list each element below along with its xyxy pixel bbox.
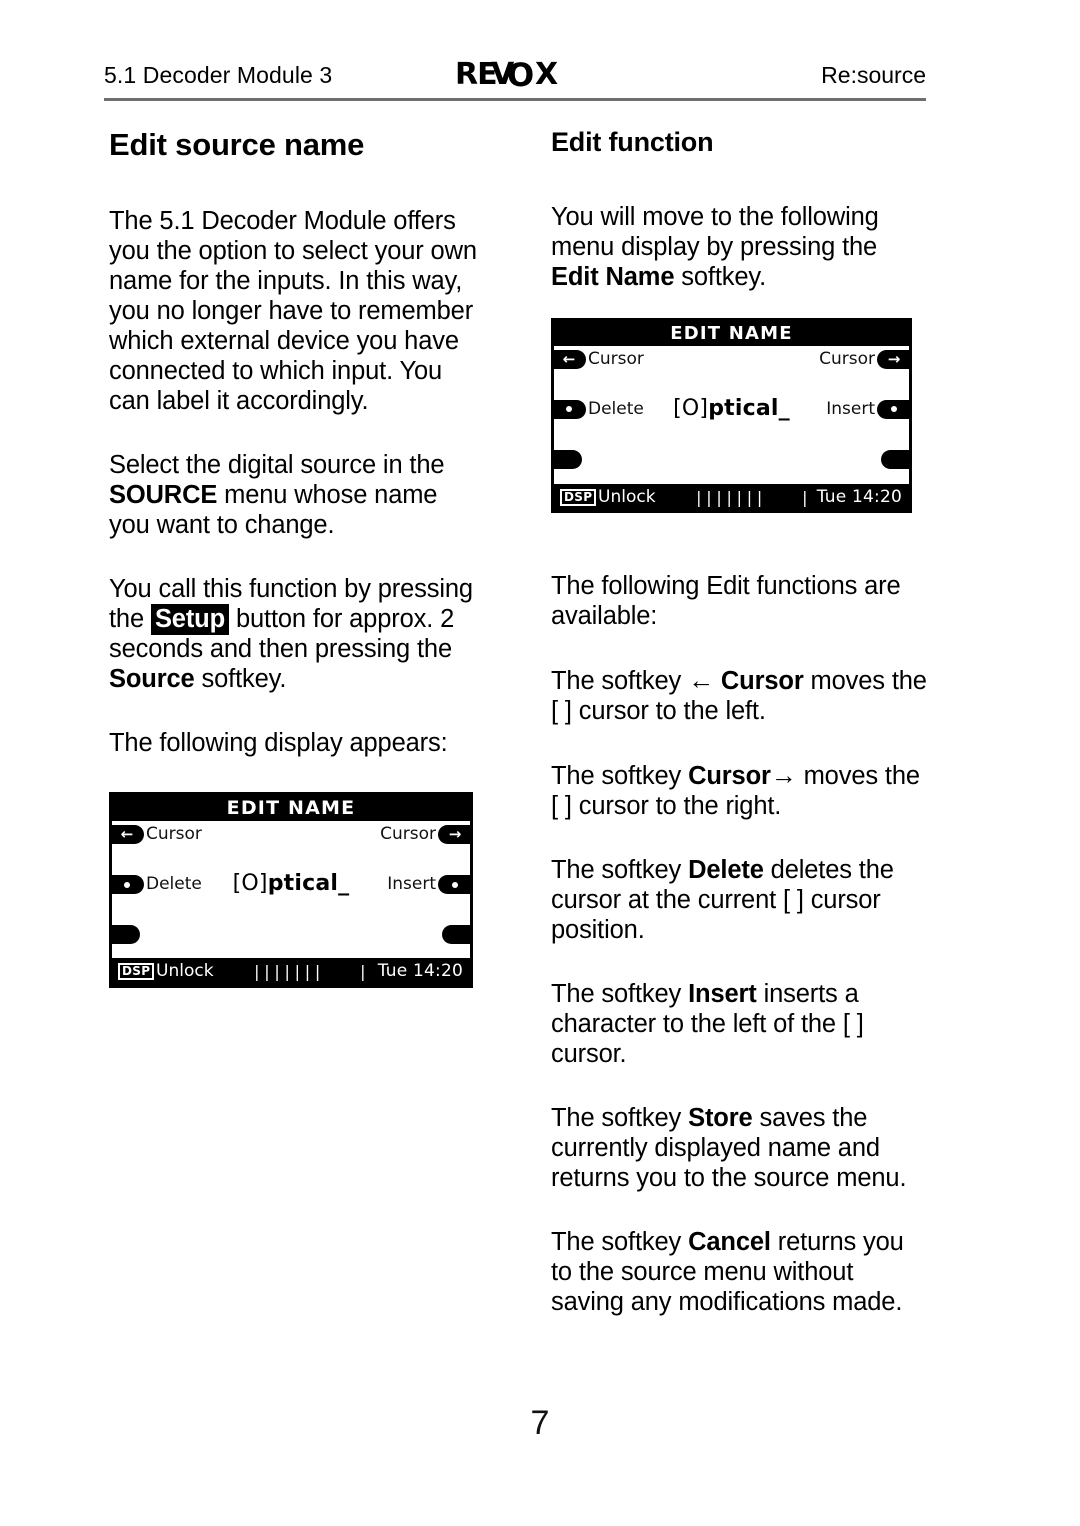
right-paragraph-7: The softkey Store saves the currently di… (551, 1103, 931, 1193)
lcd-status-bar: DSP Unlock ||||||| | Tue 14:20 (554, 483, 909, 510)
softkey-blank-right-button[interactable] (881, 449, 909, 469)
right-p4-part-a: The softkey (551, 761, 689, 790)
softkey-cursor-right-button[interactable]: → (877, 349, 909, 369)
right-p3-part-a: The softkey (551, 666, 689, 695)
softkey-cursor-right-label: Cursor (380, 824, 436, 845)
lcd-body: ← Cursor → Cursor Delete Insert Cancel (112, 821, 470, 986)
lcd-title-bar: EDIT NAME (554, 320, 909, 346)
header-rule (104, 98, 926, 101)
right-paragraph-6: The softkey Insert inserts a character t… (551, 979, 931, 1069)
source-softkey-term: Source (109, 665, 195, 694)
dsp-badge-icon: DSP (560, 488, 597, 506)
lcd-source-name-value: [O]ptical_ (112, 871, 470, 896)
arrow-left-icon: ← (120, 825, 134, 844)
right-paragraph-5: The softkey Delete deletes the cursor at… (551, 855, 931, 945)
left-paragraph-1: The 5.1 Decoder Module offers you the op… (109, 207, 477, 416)
store-softkey-term: Store (688, 1103, 753, 1132)
right-section-title: Edit function (551, 127, 714, 157)
cancel-softkey-term: Cancel (688, 1227, 771, 1256)
arrow-left-icon: ← (688, 664, 714, 695)
lcd-level-bars-icon: ||||||| (252, 962, 323, 982)
softkey-cursor-left-label: Cursor (146, 824, 202, 845)
lcd-lock-status: Unlock (156, 961, 214, 982)
softkey-cursor-left-button[interactable]: ← (554, 349, 586, 369)
lcd-lock-status: Unlock (598, 486, 656, 507)
lcd-level-bars-icon: ||||||| (694, 487, 765, 507)
lcd-display-edit-name-1: EDIT NAME ← Cursor → Cursor Delete Inser… (109, 792, 473, 989)
right-p1-part-a: You will move to the following menu disp… (551, 202, 879, 261)
left-paragraph-2: Select the digital source in the SOURCE … (109, 450, 479, 540)
right-p7-part-a: The softkey (551, 1103, 689, 1132)
left-p3-part-d: softkey. (194, 665, 287, 694)
revox-logo: RE V O X (455, 58, 595, 92)
right-p6-part-a: The softkey (551, 979, 689, 1008)
svg-text:O: O (507, 58, 533, 92)
lcd-status-bar: DSP Unlock ||||||| | Tue 14:20 (112, 958, 470, 986)
arrow-right-icon: → (448, 825, 462, 844)
header-right-text: Re:source (821, 62, 926, 88)
softkey-cursor-right-button[interactable]: → (438, 825, 470, 845)
lcd-name-remainder: ptical_ (708, 395, 790, 421)
insert-softkey-term: Insert (688, 979, 757, 1008)
right-paragraph-4: The softkey Cursor→ moves the [ ] cursor… (551, 760, 931, 821)
right-paragraph-8: The softkey Cancel returns you to the so… (551, 1227, 931, 1317)
source-menu-term: SOURCE (109, 481, 218, 510)
right-p8-part-a: The softkey (551, 1227, 689, 1256)
right-paragraph-3: The softkey ← Cursor moves the [ ] curso… (551, 665, 931, 726)
svg-text:X: X (535, 58, 558, 92)
lcd-cursor-bracket: [O] (673, 395, 709, 421)
lcd-body: ← Cursor → Cursor Delete Insert Cancel (554, 346, 909, 510)
left-paragraph-4: The following display appears: (109, 729, 448, 758)
right-p1-part-c: softkey. (674, 262, 767, 291)
softkey-blank-right-button[interactable] (442, 925, 470, 945)
left-p2-part-a: Select the digital source in the (109, 451, 445, 480)
left-section-title: Edit source name (109, 127, 365, 162)
lcd-clock: Tue 14:20 (377, 961, 463, 982)
page-number: 7 (530, 1404, 550, 1442)
arrow-right-icon: → (887, 349, 901, 368)
right-p5-part-a: The softkey (551, 855, 689, 884)
softkey-blank-left-button[interactable] (112, 925, 140, 945)
cursor-left-softkey-term: Cursor (720, 666, 804, 695)
cursor-right-softkey-term: Cursor (688, 761, 771, 790)
softkey-cursor-right-label: Cursor (819, 348, 875, 369)
right-paragraph-1: You will move to the following menu disp… (551, 202, 931, 292)
lcd-source-name-value: [O]ptical_ (554, 396, 909, 421)
softkey-cursor-left-button[interactable]: ← (112, 825, 144, 845)
edit-name-softkey-term: Edit Name (551, 262, 675, 291)
lcd-clock: Tue 14:20 (816, 486, 902, 507)
delete-softkey-term: Delete (688, 855, 764, 884)
lcd-title-bar: EDIT NAME (112, 795, 470, 822)
arrow-left-icon: ← (562, 349, 576, 368)
softkey-cursor-left-label: Cursor (588, 348, 644, 369)
softkey-blank-left-button[interactable] (554, 449, 582, 469)
lcd-level-mark-icon: | (358, 962, 368, 982)
lcd-level-mark-icon: | (800, 487, 810, 507)
dsp-badge-icon: DSP (118, 963, 155, 981)
setup-button-key: Setup (150, 604, 230, 636)
right-paragraph-2: The following Edit functions are availab… (551, 571, 901, 630)
header-left-text: 5.1 Decoder Module 3 (104, 62, 333, 88)
arrow-right-icon: → (770, 759, 797, 790)
lcd-display-edit-name-2: EDIT NAME ← Cursor → Cursor Delete Inser… (551, 317, 912, 513)
right-column: Edit function You will move to the follo… (551, 127, 931, 1317)
lcd-cursor-bracket: [O] (232, 871, 268, 897)
left-column: Edit source name The 5.1 Decoder Module … (109, 127, 479, 989)
left-paragraph-3: You call this function by pressing the S… (109, 574, 479, 694)
lcd-name-remainder: ptical_ (267, 871, 350, 897)
